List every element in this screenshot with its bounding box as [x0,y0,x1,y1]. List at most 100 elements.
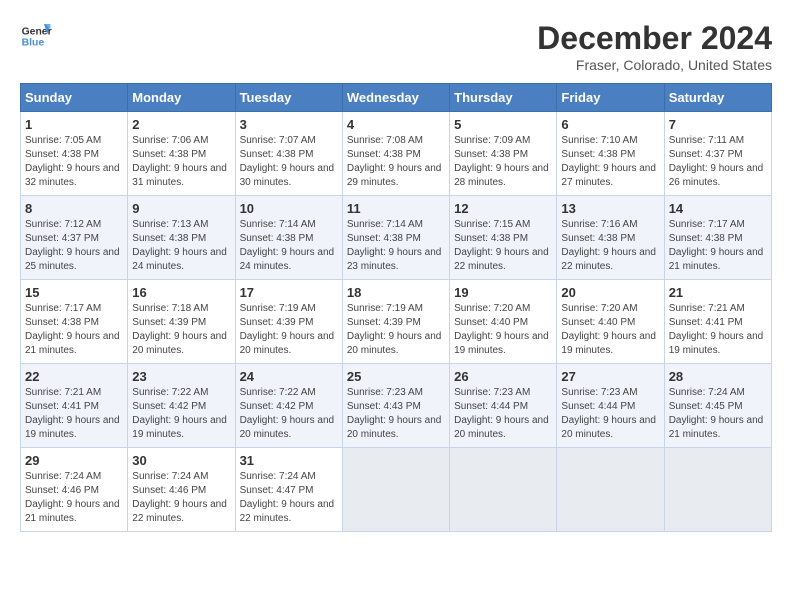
calendar-cell: 7 Sunrise: 7:11 AM Sunset: 4:37 PM Daylig… [664,112,771,196]
calendar-cell: 28 Sunrise: 7:24 AM Sunset: 4:45 PM Dayli… [664,364,771,448]
calendar-cell: 18Sunrise: 7:19 AM Sunset: 4:39 PM Dayli… [342,280,449,364]
day-info: Sunrise: 7:17 AM Sunset: 4:38 PM Dayligh… [669,218,767,274]
day-info: Sunrise: 7:16 AM Sunset: 4:38 PM Dayligh… [561,218,659,274]
day-number: 4 [347,117,445,132]
calendar-cell: 27Sunrise: 7:23 AM Sunset: 4:44 PM Dayli… [557,364,664,448]
calendar-week-row: 29 Sunrise: 7:24 AM Sunset: 4:46 PM Dayli… [21,448,772,532]
calendar-cell: 19 Sunrise: 7:20 AM Sunset: 4:40 PM Dayli… [450,280,557,364]
day-info: Sunrise: 7:07 AM Sunset: 4:38 PM Dayligh… [240,134,338,190]
day-number: 22 [25,369,123,384]
day-number: 18 [347,285,445,300]
calendar-cell: 14 Sunrise: 7:17 AM Sunset: 4:38 PM Dayli… [664,196,771,280]
day-header-wednesday: Wednesday [342,84,449,112]
day-info: Sunrise: 7:24 AM Sunset: 4:46 PM Dayligh… [25,470,123,526]
day-info: Sunrise: 7:10 AM Sunset: 4:38 PM Dayligh… [561,134,659,190]
header: General Blue December 2024 Fraser, Color… [20,20,772,73]
day-header-monday: Monday [128,84,235,112]
title-area: December 2024 Fraser, Colorado, United S… [537,20,772,73]
day-number: 28 [669,369,767,384]
day-number: 5 [454,117,552,132]
day-number: 6 [561,117,659,132]
calendar-cell: 13 Sunrise: 7:16 AM Sunset: 4:38 PM Dayli… [557,196,664,280]
day-info: Sunrise: 7:09 AM Sunset: 4:38 PM Dayligh… [454,134,552,190]
day-number: 17 [240,285,338,300]
calendar-cell [664,448,771,532]
day-number: 11 [347,201,445,216]
calendar-cell: 29 Sunrise: 7:24 AM Sunset: 4:46 PM Dayli… [21,448,128,532]
day-info: Sunrise: 7:22 AM Sunset: 4:42 PM Dayligh… [132,386,230,442]
day-info: Sunrise: 7:14 AM Sunset: 4:38 PM Dayligh… [240,218,338,274]
main-title: December 2024 [537,20,772,57]
calendar-cell: 16 Sunrise: 7:18 AM Sunset: 4:39 PM Dayli… [128,280,235,364]
day-number: 31 [240,453,338,468]
day-number: 10 [240,201,338,216]
day-info: Sunrise: 7:20 AM Sunset: 4:40 PM Dayligh… [454,302,552,358]
calendar-cell: 26 Sunrise: 7:23 AM Sunset: 4:44 PM Dayli… [450,364,557,448]
subtitle: Fraser, Colorado, United States [537,57,772,73]
calendar-week-row: 1Sunrise: 7:05 AM Sunset: 4:38 PM Daylig… [21,112,772,196]
calendar-cell: 20 Sunrise: 7:20 AM Sunset: 4:40 PM Dayli… [557,280,664,364]
day-header-friday: Friday [557,84,664,112]
day-info: Sunrise: 7:06 AM Sunset: 4:38 PM Dayligh… [132,134,230,190]
calendar-cell: 11 Sunrise: 7:14 AM Sunset: 4:38 PM Dayli… [342,196,449,280]
calendar-week-row: 8Sunrise: 7:12 AM Sunset: 4:37 PM Daylig… [21,196,772,280]
calendar-cell: 30 Sunrise: 7:24 AM Sunset: 4:46 PM Dayli… [128,448,235,532]
day-number: 9 [132,201,230,216]
day-info: Sunrise: 7:18 AM Sunset: 4:39 PM Dayligh… [132,302,230,358]
calendar-cell: 4 Sunrise: 7:08 AM Sunset: 4:38 PM Daylig… [342,112,449,196]
day-header-sunday: Sunday [21,84,128,112]
calendar-cell: 5 Sunrise: 7:09 AM Sunset: 4:38 PM Daylig… [450,112,557,196]
calendar-cell [342,448,449,532]
day-info: Sunrise: 7:17 AM Sunset: 4:38 PM Dayligh… [25,302,123,358]
day-info: Sunrise: 7:20 AM Sunset: 4:40 PM Dayligh… [561,302,659,358]
calendar-week-row: 15 Sunrise: 7:17 AM Sunset: 4:38 PM Dayli… [21,280,772,364]
calendar-cell [450,448,557,532]
calendar-cell: 9 Sunrise: 7:13 AM Sunset: 4:38 PM Daylig… [128,196,235,280]
day-number: 15 [25,285,123,300]
logo-icon: General Blue [20,20,52,52]
day-info: Sunrise: 7:24 AM Sunset: 4:46 PM Dayligh… [132,470,230,526]
logo: General Blue [20,20,52,52]
day-number: 24 [240,369,338,384]
day-number: 7 [669,117,767,132]
day-number: 13 [561,201,659,216]
calendar-cell: 3 Sunrise: 7:07 AM Sunset: 4:38 PM Daylig… [235,112,342,196]
calendar-cell [557,448,664,532]
calendar-cell: 25Sunrise: 7:23 AM Sunset: 4:43 PM Dayli… [342,364,449,448]
day-info: Sunrise: 7:19 AM Sunset: 4:39 PM Dayligh… [240,302,338,358]
day-number: 3 [240,117,338,132]
day-number: 14 [669,201,767,216]
day-info: Sunrise: 7:05 AM Sunset: 4:38 PM Dayligh… [25,134,123,190]
calendar-cell: 17 Sunrise: 7:19 AM Sunset: 4:39 PM Dayli… [235,280,342,364]
day-info: Sunrise: 7:22 AM Sunset: 4:42 PM Dayligh… [240,386,338,442]
day-info: Sunrise: 7:08 AM Sunset: 4:38 PM Dayligh… [347,134,445,190]
calendar-cell: 24 Sunrise: 7:22 AM Sunset: 4:42 PM Dayli… [235,364,342,448]
calendar-cell: 8Sunrise: 7:12 AM Sunset: 4:37 PM Daylig… [21,196,128,280]
calendar-week-row: 22Sunrise: 7:21 AM Sunset: 4:41 PM Dayli… [21,364,772,448]
calendar-cell: 6 Sunrise: 7:10 AM Sunset: 4:38 PM Daylig… [557,112,664,196]
day-info: Sunrise: 7:12 AM Sunset: 4:37 PM Dayligh… [25,218,123,274]
day-header-thursday: Thursday [450,84,557,112]
calendar-cell: 22Sunrise: 7:21 AM Sunset: 4:41 PM Dayli… [21,364,128,448]
calendar-cell: 15 Sunrise: 7:17 AM Sunset: 4:38 PM Dayli… [21,280,128,364]
day-number: 25 [347,369,445,384]
day-number: 2 [132,117,230,132]
day-info: Sunrise: 7:13 AM Sunset: 4:38 PM Dayligh… [132,218,230,274]
day-number: 20 [561,285,659,300]
day-info: Sunrise: 7:24 AM Sunset: 4:45 PM Dayligh… [669,386,767,442]
day-number: 29 [25,453,123,468]
day-number: 19 [454,285,552,300]
day-info: Sunrise: 7:15 AM Sunset: 4:38 PM Dayligh… [454,218,552,274]
day-info: Sunrise: 7:14 AM Sunset: 4:38 PM Dayligh… [347,218,445,274]
day-info: Sunrise: 7:23 AM Sunset: 4:44 PM Dayligh… [454,386,552,442]
calendar-cell: 10 Sunrise: 7:14 AM Sunset: 4:38 PM Dayli… [235,196,342,280]
day-number: 30 [132,453,230,468]
day-number: 21 [669,285,767,300]
day-number: 16 [132,285,230,300]
day-info: Sunrise: 7:11 AM Sunset: 4:37 PM Dayligh… [669,134,767,190]
day-number: 26 [454,369,552,384]
calendar-cell: 12 Sunrise: 7:15 AM Sunset: 4:38 PM Dayli… [450,196,557,280]
day-info: Sunrise: 7:21 AM Sunset: 4:41 PM Dayligh… [669,302,767,358]
day-info: Sunrise: 7:23 AM Sunset: 4:44 PM Dayligh… [561,386,659,442]
day-number: 12 [454,201,552,216]
